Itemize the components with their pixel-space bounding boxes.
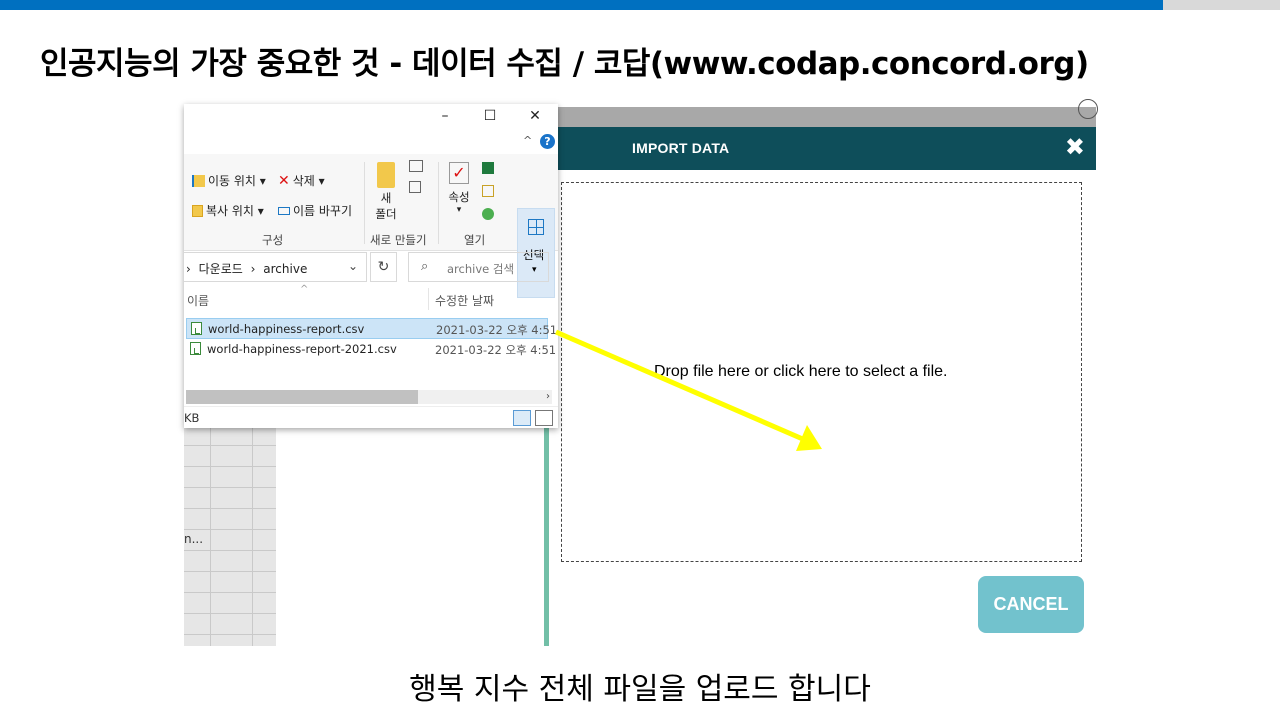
copy-to-button[interactable]: 복사 위치 ▾ bbox=[192, 202, 264, 219]
search-icon: ⌕ bbox=[421, 259, 429, 274]
status-text: KB bbox=[184, 411, 200, 425]
group-label-open: 열기 bbox=[464, 233, 486, 247]
sheet-gridline bbox=[184, 487, 276, 488]
rename-button[interactable]: 이름 바꾸기 bbox=[278, 202, 352, 219]
circle-icon bbox=[1078, 99, 1098, 119]
address-bar[interactable]: › 다운로드 › archive ⌄ bbox=[184, 252, 367, 282]
ribbon-divider bbox=[364, 162, 365, 244]
edit-icon[interactable] bbox=[482, 185, 494, 197]
delete-button[interactable]: ✕ 삭제 ▾ bbox=[278, 172, 325, 189]
sheet-gridline bbox=[184, 613, 276, 614]
codap-top-strip bbox=[558, 99, 1098, 127]
help-icon[interactable]: ? bbox=[540, 134, 555, 149]
minimize-button[interactable]: – bbox=[430, 106, 460, 126]
scrollbar-thumb[interactable] bbox=[186, 390, 418, 404]
new-folder-label-2: 폴더 bbox=[375, 207, 397, 221]
properties-check-icon: ✓ bbox=[449, 162, 469, 184]
move-to-button[interactable]: 이동 위치 ▾ bbox=[192, 172, 266, 189]
breadcrumb: › 다운로드 › archive bbox=[186, 260, 307, 277]
breadcrumb-separator: › bbox=[186, 262, 191, 276]
rename-icon bbox=[278, 206, 290, 215]
close-icon[interactable]: ✖ bbox=[1065, 133, 1085, 161]
file-name: world-happiness-report.csv bbox=[208, 322, 365, 336]
close-button[interactable]: ✕ bbox=[520, 106, 550, 126]
select-grid-icon bbox=[528, 219, 544, 235]
group-label-new: 새로 만들기 bbox=[370, 233, 427, 247]
background-spreadsheet: n... bbox=[184, 428, 276, 646]
delete-icon: ✕ bbox=[278, 172, 290, 189]
sheet-gridline bbox=[184, 550, 276, 551]
search-placeholder: archive 검색 bbox=[447, 262, 515, 276]
horizontal-scrollbar[interactable]: › bbox=[186, 390, 552, 404]
search-input[interactable]: ⌕ archive 검색 bbox=[408, 252, 549, 282]
column-header-modified[interactable]: 수정한 날짜 bbox=[435, 292, 494, 309]
breadcrumb-separator: › bbox=[250, 262, 256, 276]
sheet-gridline bbox=[184, 592, 276, 593]
new-folder-button[interactable]: 새 폴더 bbox=[372, 162, 400, 222]
ribbon: 이동 위치 ▾ 복사 위치 ▾ ✕ 삭제 ▾ 이름 바꾸기 구성 새 폴더 새로… bbox=[184, 154, 558, 298]
history-icon[interactable] bbox=[482, 208, 494, 220]
breadcrumb-archive[interactable]: archive bbox=[263, 262, 307, 276]
ribbon-collapse-icon[interactable]: ^ bbox=[523, 134, 532, 147]
panel-edge bbox=[544, 426, 549, 646]
file-drop-zone[interactable]: Drop file here or click here to select a… bbox=[561, 182, 1082, 562]
folder-copy-icon bbox=[192, 204, 203, 217]
rename-label: 이름 바꾸기 bbox=[293, 204, 353, 218]
sheet-gridline bbox=[184, 529, 276, 530]
refresh-button[interactable]: ↻ bbox=[370, 252, 397, 282]
import-data-title: IMPORT DATA bbox=[632, 140, 730, 156]
slide-title: 인공지능의 가장 중요한 것 - 데이터 수집 / 코답(www.codap.c… bbox=[40, 46, 1089, 82]
window-titlebar: – ☐ ✕ bbox=[184, 104, 558, 128]
properties-button[interactable]: ✓ 속성 ▾ bbox=[444, 162, 474, 215]
file-explorer-window: – ☐ ✕ ^ ? 이동 위치 ▾ 복사 위치 ▾ ✕ 삭제 ▾ 이름 바꾸기 … bbox=[184, 104, 558, 428]
ribbon-divider bbox=[438, 162, 439, 244]
details-view-icon[interactable] bbox=[513, 410, 531, 426]
new-folder-label-1: 새 bbox=[380, 191, 392, 205]
file-modified: 2021-03-22 오후 4:51 bbox=[436, 323, 558, 337]
file-modified: 2021-03-22 오후 4:51 bbox=[435, 343, 557, 357]
sort-caret-icon: ^ bbox=[300, 284, 309, 295]
sheet-gridline bbox=[184, 634, 276, 635]
scroll-right-icon[interactable]: › bbox=[546, 390, 550, 404]
large-icons-view-icon[interactable] bbox=[535, 410, 553, 426]
csv-file-icon bbox=[190, 342, 201, 355]
sheet-gridline bbox=[184, 466, 276, 467]
chevron-down-icon[interactable]: ⌄ bbox=[348, 259, 358, 273]
column-divider bbox=[428, 288, 429, 310]
sheet-cell-text: n... bbox=[184, 532, 204, 546]
properties-caret: ▾ bbox=[456, 205, 462, 215]
delete-label: 삭제 ▾ bbox=[292, 174, 325, 188]
import-data-header: IMPORT DATA ✖ bbox=[558, 127, 1096, 170]
maximize-button[interactable]: ☐ bbox=[475, 106, 505, 126]
sheet-gridline bbox=[184, 445, 276, 446]
csv-file-icon bbox=[191, 322, 202, 335]
file-row[interactable]: world-happiness-report-2021.csv 2021-03-… bbox=[186, 339, 556, 360]
file-name: world-happiness-report-2021.csv bbox=[207, 342, 397, 356]
drop-zone-text[interactable]: Drop file here or click here to select a… bbox=[654, 363, 947, 381]
folder-move-icon bbox=[192, 174, 205, 187]
easy-access-icon[interactable] bbox=[409, 181, 421, 193]
breadcrumb-downloads[interactable]: 다운로드 bbox=[199, 262, 243, 276]
slide-caption: 행복 지수 전체 파일을 업로드 합니다 bbox=[409, 672, 871, 707]
properties-label: 속성 bbox=[448, 190, 470, 204]
top-accent-bar bbox=[0, 0, 1163, 10]
folder-icon bbox=[377, 162, 395, 188]
new-item-icon[interactable] bbox=[409, 160, 423, 172]
excel-icon[interactable] bbox=[482, 162, 494, 174]
group-label-organize: 구성 bbox=[262, 233, 284, 247]
status-bar: KB bbox=[184, 406, 558, 428]
column-header-name[interactable]: 이름 bbox=[187, 292, 209, 309]
top-gray-bar bbox=[1163, 0, 1280, 10]
copy-to-label: 복사 위치 ▾ bbox=[206, 204, 264, 218]
cancel-button[interactable]: CANCEL bbox=[978, 576, 1084, 633]
move-to-label: 이동 위치 ▾ bbox=[208, 174, 266, 188]
file-row[interactable]: world-happiness-report.csv 2021-03-22 오후… bbox=[186, 318, 557, 339]
sheet-gridline bbox=[184, 571, 276, 572]
sheet-gridline bbox=[184, 508, 276, 509]
